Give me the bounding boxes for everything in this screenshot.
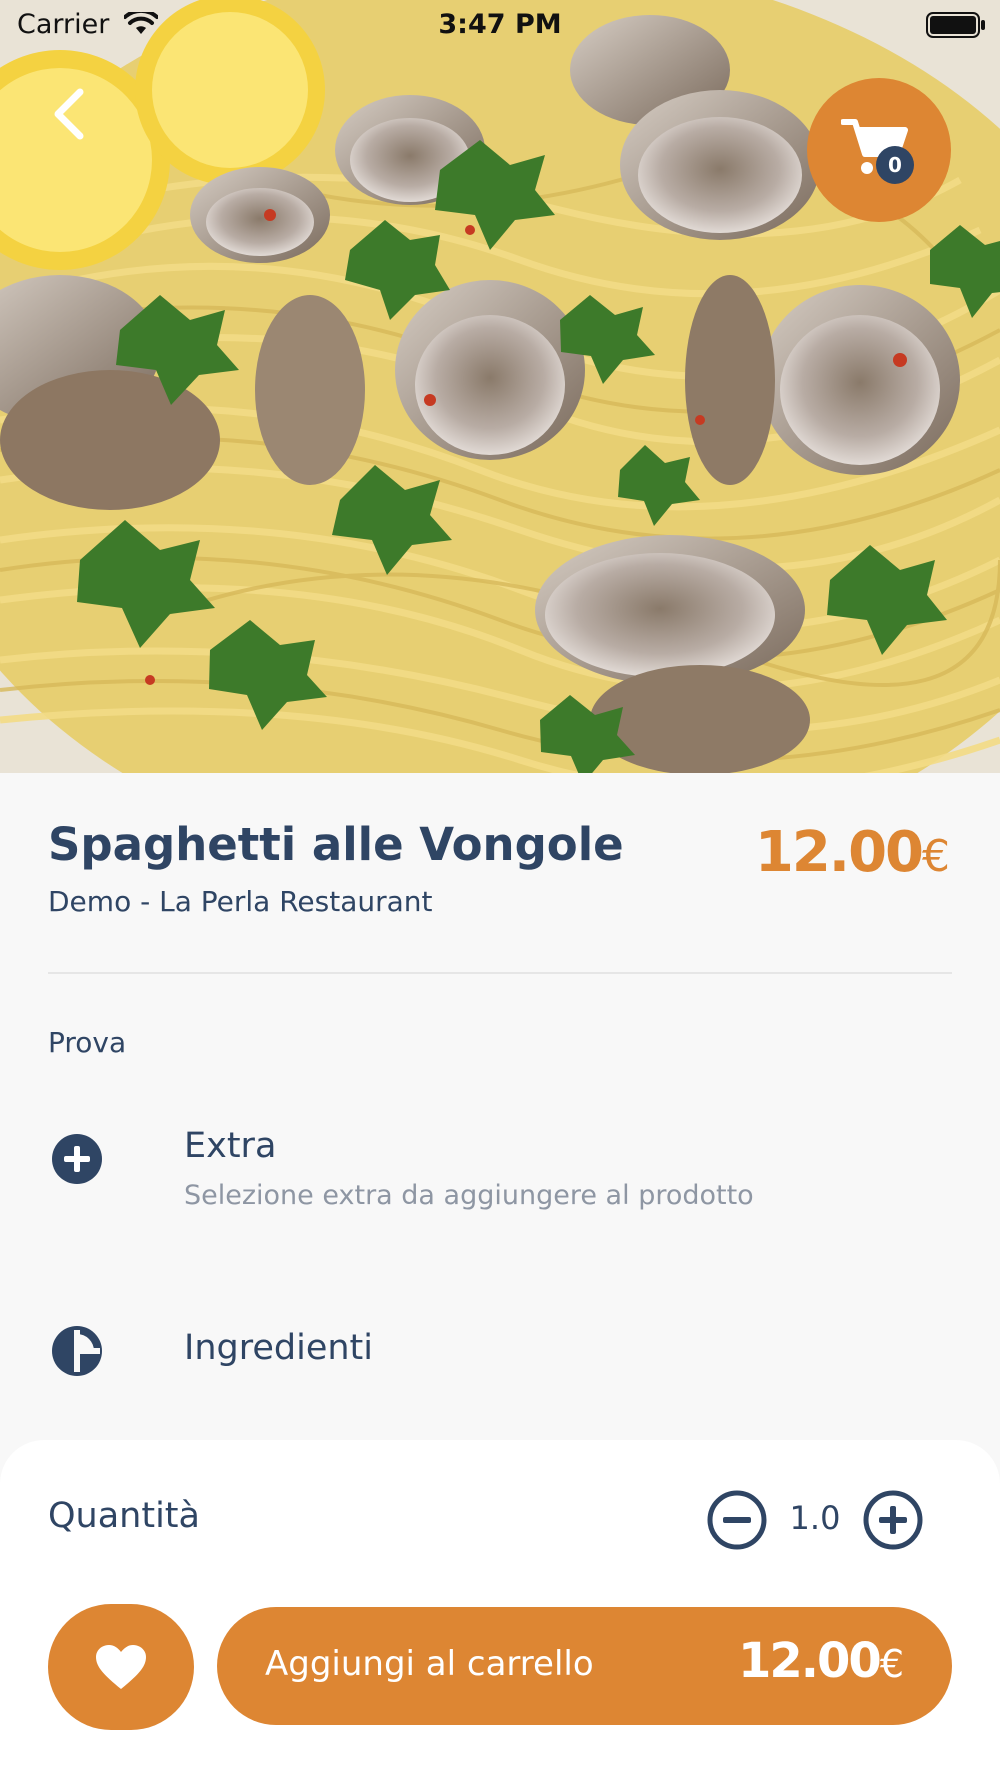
add-to-cart-label: Aggiungi al carrello [265,1644,594,1684]
status-bar: Carrier 3:47 PM [0,0,1000,50]
option-extra[interactable]: Extra Selezione extra da aggiungere al p… [0,1120,1000,1240]
option-ingredients[interactable]: Ingredienti [0,1322,1000,1402]
add-to-cart-total: 12.00€ [737,1633,904,1689]
plus-circle-icon [52,1134,102,1184]
total-value: 12.00 [737,1633,882,1689]
favorite-button[interactable] [48,1604,194,1730]
add-to-cart-button[interactable]: Aggiungi al carrello 12.00€ [217,1607,952,1725]
heart-icon [96,1645,146,1689]
cart-button[interactable] [807,78,951,222]
quantity-label: Quantità [48,1496,200,1536]
total-currency: € [879,1642,904,1686]
product-price-currency: € [922,831,950,882]
back-button[interactable] [40,84,96,144]
option-title: Ingredienti [184,1328,373,1368]
pie-chart-icon [52,1326,102,1376]
clock-label: 3:47 PM [438,9,562,40]
chevron-left-icon [54,88,84,140]
restaurant-name: Demo - La Perla Restaurant [48,885,433,918]
product-price-value: 12.00 [754,820,924,885]
product-price: 12.00€ [754,820,950,885]
cart-count-badge: 0 [876,146,914,184]
option-title: Extra [184,1126,277,1166]
divider [48,972,952,974]
product-description: Prova [48,1026,127,1059]
minus-circle-icon [707,1490,767,1550]
quantity-decrease-button[interactable] [706,1489,768,1551]
quantity-increase-button[interactable] [862,1489,924,1551]
plus-circle-outline-icon [863,1490,923,1550]
option-subtitle: Selezione extra da aggiungere al prodott… [184,1180,754,1211]
product-title: Spaghetti alle Vongole [48,818,624,871]
quantity-value: 1.0 [789,1499,841,1537]
battery-icon [926,12,986,45]
